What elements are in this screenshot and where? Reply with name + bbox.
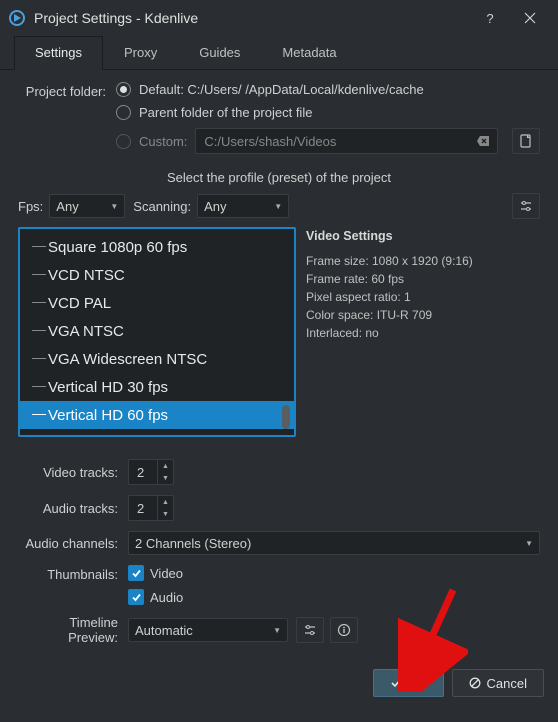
ok-button[interactable]: OK	[373, 669, 444, 697]
preview-settings-button[interactable]	[296, 617, 324, 643]
dialog-buttons: OK Cancel	[0, 663, 558, 707]
video-tracks-spinner[interactable]: 2 ▲▼	[128, 459, 174, 485]
video-settings-title: Video Settings	[306, 227, 540, 246]
audio-channels-select[interactable]: 2 Channels (Stereo)▼	[128, 531, 540, 555]
chevron-down-icon: ▼	[525, 539, 533, 548]
custom-folder-input[interactable]: C:/Users/shash/Videos	[195, 128, 498, 154]
timeline-preview-select[interactable]: Automatic▼	[128, 618, 288, 642]
chevron-down-icon: ▼	[274, 202, 282, 211]
chevron-down-icon: ▼	[110, 202, 118, 211]
check-icon	[390, 677, 402, 689]
thumbnails-video-checkbox[interactable]	[128, 565, 144, 581]
profile-item[interactable]: Vertical HD 30 fps	[20, 373, 294, 401]
app-icon	[8, 9, 26, 27]
video-settings-line: Interlaced: no	[306, 324, 540, 342]
help-button[interactable]: ?	[470, 2, 510, 34]
video-settings-line: Color space: ITU-R 709	[306, 306, 540, 324]
profile-item[interactable]: VGA Widescreen NTSC	[20, 345, 294, 373]
profile-header: Select the profile (preset) of the proje…	[18, 170, 540, 185]
fps-select[interactable]: Any▼	[49, 194, 125, 218]
radio-parent-label: Parent folder of the project file	[139, 105, 312, 120]
close-button[interactable]	[510, 2, 550, 34]
window-title: Project Settings - Kdenlive	[34, 10, 470, 26]
cancel-button[interactable]: Cancel	[452, 669, 544, 697]
clear-icon[interactable]	[477, 134, 489, 149]
chevron-down-icon[interactable]: ▼	[158, 508, 173, 520]
chevron-down-icon: ▼	[273, 626, 281, 635]
radio-default-folder[interactable]	[116, 82, 131, 97]
profile-item[interactable]: Square 1080p 60 fps	[20, 233, 294, 261]
video-settings-panel: Video Settings Frame size: 1080 x 1920 (…	[306, 227, 540, 437]
title-bar: Project Settings - Kdenlive ?	[0, 0, 558, 36]
audio-channels-label: Audio channels:	[18, 536, 128, 551]
thumbnails-label: Thumbnails:	[18, 565, 128, 582]
scanning-label: Scanning:	[133, 199, 191, 214]
fps-label: Fps:	[18, 199, 43, 214]
radio-default-label: Default: C:/Users/ /AppData/Local/kdenli…	[139, 82, 424, 97]
profile-item[interactable]: Vertical HD 60 fps	[20, 401, 294, 429]
chevron-up-icon[interactable]: ▲	[158, 460, 173, 472]
video-settings-line: Pixel aspect ratio: 1	[306, 288, 540, 306]
video-settings-line: Frame size: 1080 x 1920 (9:16)	[306, 252, 540, 270]
project-folder-label: Project folder:	[18, 82, 116, 99]
tab-settings[interactable]: Settings	[14, 36, 103, 70]
scanning-select[interactable]: Any▼	[197, 194, 289, 218]
tab-proxy[interactable]: Proxy	[103, 36, 178, 69]
audio-tracks-label: Audio tracks:	[18, 501, 128, 516]
timeline-preview-label: Timeline Preview:	[18, 615, 128, 645]
preview-info-button[interactable]	[330, 617, 358, 643]
profile-item[interactable]: VGA NTSC	[20, 317, 294, 345]
thumbnails-audio-checkbox[interactable]	[128, 589, 144, 605]
thumbnails-audio-label: Audio	[150, 590, 183, 605]
radio-custom-folder[interactable]	[116, 134, 131, 149]
chevron-up-icon[interactable]: ▲	[158, 496, 173, 508]
video-tracks-label: Video tracks:	[18, 465, 128, 480]
tab-guides[interactable]: Guides	[178, 36, 261, 69]
profile-item[interactable]: VCD PAL	[20, 289, 294, 317]
radio-custom-label: Custom:	[139, 134, 187, 149]
audio-tracks-spinner[interactable]: 2 ▲▼	[128, 495, 174, 521]
thumbnails-video-label: Video	[150, 566, 183, 581]
profile-item[interactable]: VCD NTSC	[20, 261, 294, 289]
tab-bar: Settings Proxy Guides Metadata	[0, 36, 558, 70]
video-settings-line: Frame rate: 60 fps	[306, 270, 540, 288]
radio-parent-folder[interactable]	[116, 105, 131, 120]
browse-folder-button[interactable]	[512, 128, 540, 154]
scrollbar-thumb[interactable]	[282, 405, 290, 429]
filter-settings-button[interactable]	[512, 193, 540, 219]
profile-list[interactable]: Square 1080p 60 fpsVCD NTSCVCD PALVGA NT…	[18, 227, 296, 437]
custom-folder-placeholder: C:/Users/shash/Videos	[204, 134, 336, 149]
chevron-down-icon[interactable]: ▼	[158, 472, 173, 484]
cancel-icon	[469, 677, 481, 689]
tab-metadata[interactable]: Metadata	[261, 36, 357, 69]
